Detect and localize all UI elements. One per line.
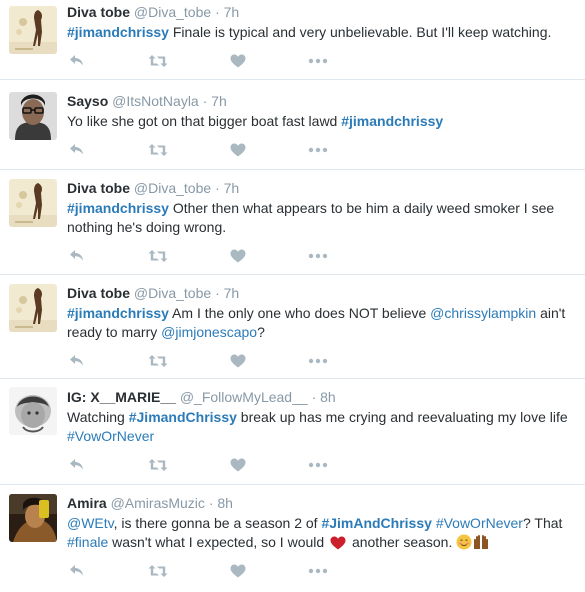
- hashtag-link[interactable]: #VowOrNever: [67, 428, 154, 444]
- reply-icon[interactable]: [66, 139, 88, 161]
- tweet-text-segment: wasn't what I expected, so I would: [108, 534, 329, 550]
- reply-icon[interactable]: [66, 350, 88, 372]
- hashtag-link[interactable]: #VowOrNever: [436, 515, 523, 531]
- tweet[interactable]: Sayso @ItsNotNayla · 7h Yo like she got …: [0, 80, 585, 170]
- more-icon[interactable]: [307, 139, 329, 161]
- tweet-text-segment: break up has me crying and reevaluating …: [236, 409, 568, 425]
- more-icon[interactable]: [307, 50, 329, 72]
- tweet-actions: [67, 454, 575, 476]
- separator: ·: [202, 93, 208, 109]
- timestamp[interactable]: 7h: [224, 4, 240, 20]
- author-name[interactable]: Amira: [67, 495, 107, 511]
- hashtag-link[interactable]: #jimandchrissy: [67, 305, 169, 321]
- reply-icon[interactable]: [66, 245, 88, 267]
- separator: ·: [215, 180, 220, 196]
- avatar[interactable]: [9, 6, 57, 54]
- tweet-actions: [67, 139, 575, 161]
- author-name[interactable]: Diva tobe: [67, 180, 130, 196]
- tweet-text-segment: Am I the only one who does NOT believe: [168, 305, 431, 321]
- hashtag-link[interactable]: #JimandChrissy: [129, 409, 237, 425]
- like-icon[interactable]: [227, 50, 249, 72]
- tweet-text: #jimandchrissy Am I the only one who doe…: [67, 304, 572, 342]
- author-handle[interactable]: @AmirasMuzic: [111, 495, 205, 511]
- timestamp[interactable]: 7h: [211, 93, 227, 109]
- tweet-text-segment: ?: [257, 324, 265, 340]
- retweet-icon[interactable]: [147, 454, 169, 476]
- avatar[interactable]: [9, 494, 57, 542]
- more-icon[interactable]: [307, 245, 329, 267]
- tweet-text: Yo like she got on that bigger boat fast…: [67, 112, 575, 131]
- tweet-text: #jimandchrissy Other then what appears t…: [67, 199, 572, 237]
- raised-hands-emoji-icon: [474, 534, 489, 549]
- avatar[interactable]: [9, 387, 57, 435]
- separator: ·: [208, 495, 214, 511]
- tweet-text-segment: Yo like she got on that bigger boat fast…: [67, 113, 342, 129]
- avatar[interactable]: [9, 92, 57, 140]
- separator: ·: [215, 4, 220, 20]
- timestamp[interactable]: 7h: [224, 180, 240, 196]
- author-handle[interactable]: @Diva_tobe: [134, 285, 211, 301]
- tweet-text-segment: another season.: [348, 534, 457, 550]
- mention-link[interactable]: @WEtv: [67, 515, 114, 531]
- author-handle[interactable]: @_FollowMyLead__: [180, 389, 308, 405]
- tweet-text: #jimandchrissy Finale is typical and ver…: [67, 23, 575, 42]
- retweet-icon[interactable]: [147, 50, 169, 72]
- author-name[interactable]: IG: X__MARIE__: [67, 389, 176, 405]
- tweet-actions: [67, 245, 575, 267]
- tweet-text-segment: ? That: [522, 515, 563, 531]
- retweet-icon[interactable]: [147, 350, 169, 372]
- reply-icon[interactable]: [66, 454, 88, 476]
- hashtag-link[interactable]: #jimandchrissy: [67, 24, 169, 40]
- blushing-face-emoji-icon: [456, 534, 472, 550]
- tweet[interactable]: Diva tobe @Diva_tobe · 7h #jimandchrissy…: [0, 170, 585, 275]
- author-name[interactable]: Sayso: [67, 93, 108, 109]
- tweet[interactable]: Diva tobe @Diva_tobe · 7h #jimandchrissy…: [0, 275, 585, 379]
- tweet[interactable]: Diva tobe @Diva_tobe · 7h #jimandchrissy…: [0, 0, 585, 80]
- retweet-icon[interactable]: [147, 139, 169, 161]
- tweet-text: @WEtv, is there gonna be a season 2 of #…: [67, 514, 575, 552]
- separator: ·: [215, 285, 220, 301]
- like-icon[interactable]: [227, 139, 249, 161]
- timestamp[interactable]: 8h: [320, 389, 336, 405]
- hashtag-link[interactable]: #jimandchrissy: [341, 113, 443, 129]
- reply-icon[interactable]: [66, 50, 88, 72]
- like-icon[interactable]: [227, 560, 249, 582]
- tweet[interactable]: Amira @AmirasMuzic · 8h @WEtv, is there …: [0, 485, 585, 592]
- tweet-actions: [67, 350, 575, 372]
- retweet-icon[interactable]: [147, 245, 169, 267]
- mention-link[interactable]: @chrissylampkin: [430, 305, 536, 321]
- hashtag-link[interactable]: #jimandchrissy: [67, 200, 169, 216]
- tweet-actions: [67, 50, 575, 72]
- mention-link[interactable]: @jimjonescapo: [161, 324, 257, 340]
- heart-emoji-icon: [330, 536, 346, 550]
- tweet-feed: Diva tobe @Diva_tobe · 7h #jimandchrissy…: [0, 0, 585, 592]
- tweet[interactable]: IG: X__MARIE__ @_FollowMyLead__ · 8h Wat…: [0, 379, 585, 485]
- like-icon[interactable]: [227, 350, 249, 372]
- tweet-text-segment: Finale is typical and very unbelievable.…: [168, 24, 552, 40]
- more-icon[interactable]: [307, 454, 329, 476]
- tweet-text-segment: Watching: [67, 409, 129, 425]
- avatar[interactable]: [9, 284, 57, 332]
- hashtag-link[interactable]: #JimAndChrissy: [321, 515, 431, 531]
- tweet-text-segment: , is there gonna be a season 2 of: [113, 515, 322, 531]
- hashtag-link[interactable]: #finale: [67, 534, 108, 550]
- retweet-icon[interactable]: [147, 560, 169, 582]
- tweet-actions: [67, 560, 575, 582]
- reply-icon[interactable]: [66, 560, 88, 582]
- like-icon[interactable]: [227, 454, 249, 476]
- author-name[interactable]: Diva tobe: [67, 4, 130, 20]
- author-name[interactable]: Diva tobe: [67, 285, 130, 301]
- author-handle[interactable]: @Diva_tobe: [134, 180, 211, 196]
- tweet-text: Watching #JimandChrissy break up has me …: [67, 408, 572, 446]
- avatar[interactable]: [9, 179, 57, 227]
- author-handle[interactable]: @ItsNotNayla: [112, 93, 199, 109]
- author-handle[interactable]: @Diva_tobe: [134, 4, 211, 20]
- more-icon[interactable]: [307, 350, 329, 372]
- like-icon[interactable]: [227, 245, 249, 267]
- timestamp[interactable]: 8h: [217, 495, 233, 511]
- separator: ·: [311, 389, 317, 405]
- timestamp[interactable]: 7h: [224, 285, 240, 301]
- more-icon[interactable]: [307, 560, 329, 582]
